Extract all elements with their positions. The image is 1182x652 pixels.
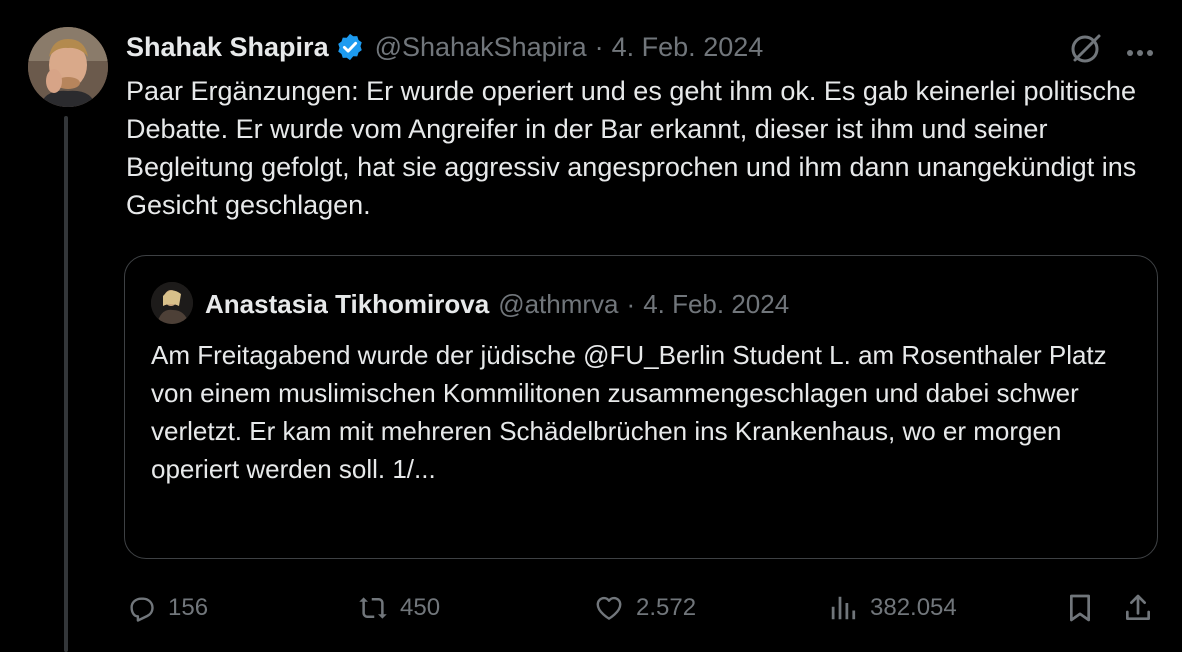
tweet-date[interactable]: 4. Feb. 2024 — [612, 32, 764, 63]
like-count: 2.572 — [636, 594, 697, 621]
like-icon — [596, 596, 622, 620]
author-name[interactable]: Shahak Shapira — [126, 32, 329, 63]
repost-count: 450 — [400, 594, 441, 621]
tweet-header: Shahak Shapira @ShahakShapira · 4. Feb. … — [126, 30, 763, 64]
verified-badge-icon — [335, 32, 365, 62]
thread-line — [64, 116, 68, 652]
quote-author-handle[interactable]: @athmrva — [498, 289, 618, 320]
reply-icon — [130, 597, 154, 622]
quote-date[interactable]: 4. Feb. 2024 — [643, 289, 789, 320]
reply-button[interactable]: 156 — [126, 586, 208, 630]
tweet-text: Paar Ergänzungen: Er wurde operiert und … — [126, 76, 1137, 220]
quoted-tweet-card[interactable]: Anastasia Tikhomirova @athmrva · 4. Feb.… — [124, 255, 1158, 559]
share-icon[interactable] — [1122, 592, 1154, 624]
quote-text: Am Freitagabend wurde der jüdische @FU_B… — [151, 340, 1107, 484]
bookmark-icon[interactable] — [1064, 592, 1096, 624]
views-count: 382.054 — [870, 594, 957, 621]
like-button[interactable]: 2.572 — [594, 586, 696, 630]
repost-button[interactable]: 450 — [358, 586, 440, 630]
header-separator: · — [594, 31, 604, 62]
grok-icon[interactable] — [1068, 30, 1104, 66]
views-button[interactable]: 382.054 — [828, 586, 957, 630]
tweet-action-bar: 156 450 2.572 382.054 — [0, 586, 1182, 630]
quote-header-separator: · — [626, 288, 636, 319]
quote-author-avatar[interactable] — [151, 282, 193, 324]
quote-author-name[interactable]: Anastasia Tikhomirova — [205, 289, 489, 320]
views-icon — [831, 596, 856, 620]
author-avatar[interactable] — [28, 27, 108, 107]
repost-icon — [359, 597, 387, 619]
author-handle[interactable]: @ShahakShapira — [375, 32, 587, 63]
reply-count: 156 — [168, 594, 209, 621]
quote-header: Anastasia Tikhomirova @athmrva · 4. Feb.… — [205, 287, 789, 321]
more-icon[interactable] — [1124, 44, 1156, 56]
